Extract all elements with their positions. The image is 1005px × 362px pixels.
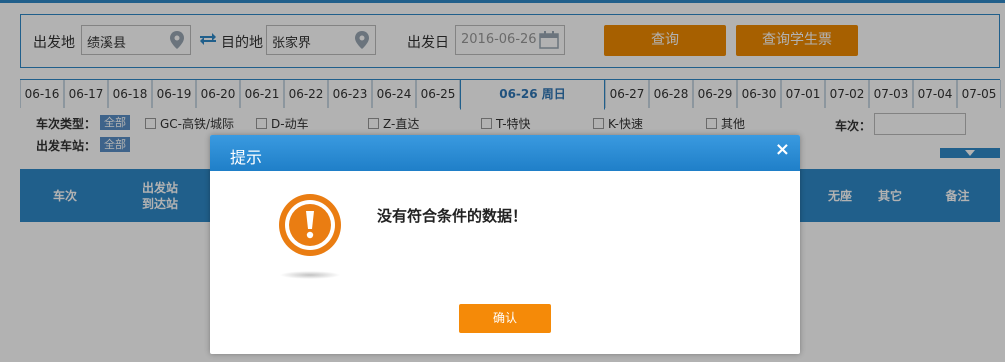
- close-icon[interactable]: ×: [775, 141, 790, 159]
- alert-dialog: 提示 × 没有符合条件的数据！ 确认: [210, 135, 800, 354]
- warning-icon: [279, 194, 341, 279]
- confirm-button[interactable]: 确认: [459, 304, 551, 333]
- dialog-header: 提示 ×: [210, 135, 800, 171]
- dialog-message: 没有符合条件的数据！: [377, 207, 528, 225]
- dialog-title: 提示: [230, 148, 263, 167]
